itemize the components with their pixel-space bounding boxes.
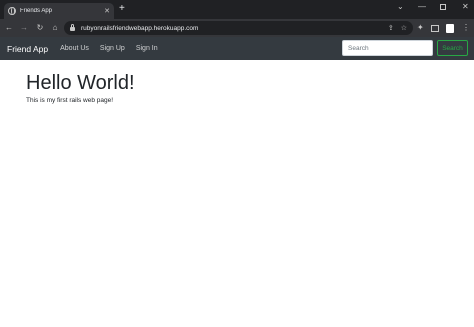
globe-icon bbox=[8, 7, 16, 15]
browser-toolbar: ← → ↻ ⌂ rubyonrailsfriendwebapp.herokuap… bbox=[0, 19, 474, 37]
nav-link-sign-up[interactable]: Sign Up bbox=[100, 45, 125, 52]
intro-text: This is my first rails web page! bbox=[26, 97, 114, 104]
search-input[interactable] bbox=[342, 40, 433, 56]
reload-icon[interactable]: ↻ bbox=[34, 22, 46, 34]
nav-link-sign-in[interactable]: Sign In bbox=[136, 45, 158, 52]
minimize-button[interactable]: — bbox=[418, 2, 426, 12]
home-icon[interactable]: ⌂ bbox=[49, 22, 61, 34]
close-window-button[interactable]: ✕ bbox=[462, 2, 469, 12]
share-icon[interactable]: ⇪ bbox=[388, 25, 394, 32]
url-text[interactable]: rubyonrailsfriendwebapp.herokuapp.com bbox=[81, 25, 381, 32]
more-menu-icon[interactable]: ⋮ bbox=[462, 22, 470, 34]
search-button[interactable]: Search bbox=[437, 40, 468, 56]
new-tab-button[interactable]: + bbox=[119, 4, 125, 14]
bookmark-star-icon[interactable]: ☆ bbox=[401, 25, 407, 32]
maximize-button[interactable] bbox=[440, 4, 446, 10]
lock-icon[interactable] bbox=[70, 24, 75, 31]
extensions-icon[interactable]: ✦ bbox=[417, 22, 424, 34]
page-heading: Hello World! bbox=[26, 72, 135, 94]
browser-tab[interactable]: Friends App ✕ bbox=[4, 3, 114, 19]
nav-link-about-us[interactable]: About Us bbox=[60, 45, 89, 52]
close-tab-icon[interactable]: ✕ bbox=[104, 8, 110, 15]
browser-tab-strip: Friends App ✕ + ⌄ — ✕ bbox=[0, 0, 474, 19]
address-bar[interactable]: rubyonrailsfriendwebapp.herokuapp.com ⇪ … bbox=[64, 21, 413, 35]
app-navbar: Friend App About Us Sign Up Sign In Sear… bbox=[0, 37, 474, 60]
tab-title: Friends App bbox=[20, 8, 53, 14]
main-content: Hello World! This is my first rails web … bbox=[26, 72, 446, 104]
forward-icon[interactable]: → bbox=[18, 22, 30, 34]
side-panel-icon[interactable] bbox=[431, 25, 439, 32]
back-icon[interactable]: ← bbox=[3, 22, 15, 34]
navbar-brand[interactable]: Friend App bbox=[7, 44, 48, 54]
profile-icon[interactable] bbox=[446, 24, 454, 33]
tab-search-icon[interactable]: ⌄ bbox=[397, 2, 404, 12]
